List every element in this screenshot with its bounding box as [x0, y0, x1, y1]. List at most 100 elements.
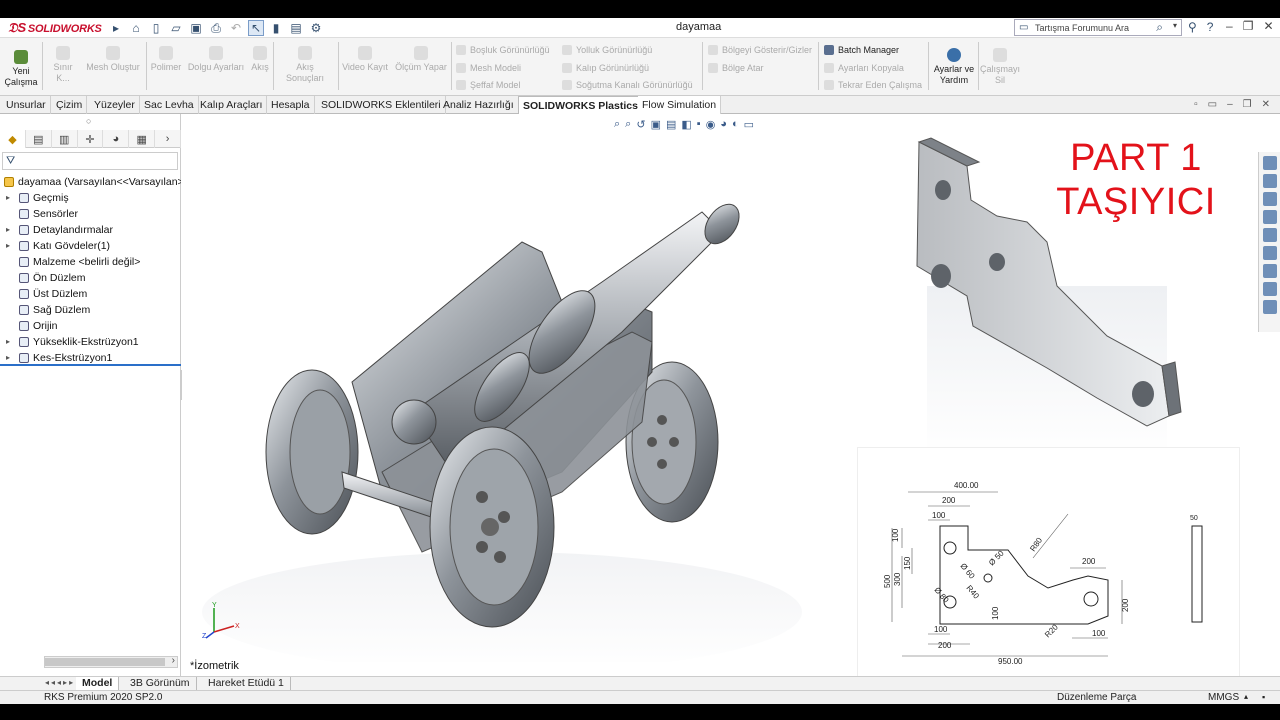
minimize-icon[interactable]: – — [1226, 19, 1233, 33]
mesh-create-button[interactable]: Mesh Oluştur — [84, 46, 142, 73]
doc-close-icon[interactable]: ✕ — [1262, 99, 1270, 110]
new-document-icon[interactable]: ▯ — [148, 20, 164, 36]
tree-item[interactable]: ▸ Geçmiş — [0, 190, 181, 206]
show-hide-regions-button[interactable]: Bölgeyi Gösterir/Gizler — [708, 45, 812, 55]
flow-button[interactable]: Akış — [250, 46, 270, 73]
tab-model[interactable]: Model — [76, 677, 120, 691]
options-gear-icon[interactable]: ⚙ — [308, 20, 324, 36]
dynamic-annotation-icon[interactable]: ▤ — [666, 118, 676, 131]
select-cursor-icon[interactable]: ↖ — [248, 20, 264, 36]
view-orientation-icon[interactable]: ◧ — [681, 118, 691, 131]
help-icon[interactable]: ? — [1207, 20, 1214, 34]
doc-minimize-icon[interactable]: – — [1227, 99, 1233, 110]
expand-arrow-icon[interactable]: ▸ — [108, 20, 124, 36]
mold-view-button[interactable]: Kalıp Görünürlüğü — [562, 63, 649, 73]
tree-item[interactable]: Ön Düzlem — [0, 270, 181, 286]
fill-settings-button[interactable]: Dolgu Ayarları — [186, 46, 246, 73]
forum-icon[interactable] — [1262, 282, 1277, 296]
solidworks-logo[interactable]: 𝔇S SOLIDWORKS — [8, 20, 104, 36]
status-bar-gear-icon[interactable]: ▪ — [1262, 692, 1265, 702]
tree-item[interactable]: Orijin — [0, 318, 181, 334]
transparent-model-button[interactable]: Şeffaf Model — [456, 80, 520, 90]
void-view-button[interactable]: Boşluk Görünürlüğü — [456, 45, 550, 55]
tree-filter-input[interactable]: ⛛ — [2, 152, 178, 170]
display-style-icon[interactable]: ▪ — [697, 118, 701, 131]
file-explorer-icon[interactable] — [1262, 210, 1277, 224]
plastics-manager-tab[interactable]: ▦ — [129, 130, 156, 148]
tree-item[interactable]: ▸ Detaylandırmalar — [0, 222, 181, 238]
undo-icon[interactable]: ↶ — [228, 20, 244, 36]
tab-features[interactable]: Unsurlar — [2, 96, 51, 114]
appearances-icon[interactable] — [1262, 246, 1277, 260]
expand-arrow-icon[interactable]: ▸ — [6, 222, 10, 238]
section-view-icon[interactable]: ▣ — [651, 118, 661, 131]
tab-mold-tools[interactable]: Kalıp Araçları — [196, 96, 268, 114]
video-record-button[interactable]: Video Kayıt — [341, 46, 389, 73]
units-chevron-up-icon[interactable]: ▴ — [1244, 692, 1248, 701]
new-study-button[interactable]: Yeni Çalışma — [4, 50, 38, 88]
expand-arrow-icon[interactable]: ▸ — [6, 190, 10, 206]
more-tabs-chevron-icon[interactable]: › — [155, 130, 182, 148]
tree-item[interactable]: Malzeme <belirli değil> — [0, 254, 181, 270]
tree-item[interactable]: Sağ Düzlem — [0, 302, 181, 318]
tab-sheet-metal[interactable]: Sac Levha — [140, 96, 199, 114]
file-properties-icon[interactable]: ▤ — [288, 20, 304, 36]
units-selector[interactable]: MMGS — [1208, 692, 1239, 703]
zoom-area-icon[interactable]: ⌕ — [625, 118, 631, 131]
user-icon[interactable]: ⚲ — [1188, 20, 1197, 34]
doc-restore-icon[interactable]: ▫ — [1194, 99, 1198, 110]
resources-icon[interactable] — [1262, 156, 1277, 170]
tab-analysis-prep[interactable]: Analiz Hazırlığı — [439, 96, 519, 114]
display-manager-tab[interactable]: ◕ — [103, 130, 130, 148]
hide-show-icon[interactable]: ◉ — [706, 118, 716, 131]
previous-view-icon[interactable]: ↺ — [636, 118, 645, 131]
open-folder-icon[interactable]: ▱ — [168, 20, 184, 36]
tab-flow-simulation[interactable]: Flow Simulation — [638, 96, 722, 114]
close-icon[interactable]: ✕ — [1263, 19, 1273, 33]
copy-settings-button[interactable]: Ayarları Kopyala — [824, 63, 904, 73]
graphics-area[interactable]: ⌕ ⌕ ↺ ▣ ▤ ◧ ▪ ◉ ◕ ◐ ▭ PART 1 TAŞIYICI 40… — [182, 114, 1280, 676]
tab-scroll-arrows-icon[interactable]: ◂◂◂▸▸ — [45, 678, 75, 687]
polymer-button[interactable]: Polimer — [150, 46, 182, 73]
tree-item[interactable]: Sensörler — [0, 206, 181, 222]
tree-root-part[interactable]: dayamaa (Varsayılan<<Varsayılan>_ — [0, 174, 181, 190]
zoom-fit-icon[interactable]: ⌕ — [614, 118, 620, 131]
custom-properties-icon[interactable] — [1262, 264, 1277, 278]
print-icon[interactable]: ⎙ — [208, 20, 224, 36]
measure-button[interactable]: Ölçüm Yapar — [394, 46, 448, 73]
home-icon[interactable] — [1262, 174, 1277, 188]
assign-region-button[interactable]: Bölge Atar — [708, 63, 764, 73]
save-icon[interactable]: ▣ — [188, 20, 204, 36]
expand-arrow-icon[interactable]: ▸ — [6, 334, 10, 350]
expand-arrow-icon[interactable]: ▸ — [6, 350, 10, 364]
view-settings-icon[interactable]: ▭ — [744, 118, 754, 131]
tree-item[interactable]: Üst Düzlem — [0, 286, 181, 302]
search-box[interactable]: ▭ Tartışma Forumunu Ara ⌕ ▾ — [1014, 19, 1182, 36]
restore-icon[interactable]: ❐ — [1243, 19, 1254, 33]
chevron-right-icon[interactable]: › — [172, 655, 175, 666]
scroll-thumb[interactable] — [45, 658, 165, 666]
panel-horizontal-scrollbar[interactable]: › — [44, 655, 178, 668]
cooling-view-button[interactable]: Soğutma Kanalı Görünürlüğü — [562, 80, 693, 90]
plastics-icon[interactable] — [1262, 300, 1277, 314]
panel-grip-icon[interactable]: ○ — [86, 116, 91, 126]
delete-study-button[interactable]: Çalışmayı Sil — [980, 48, 1020, 86]
boundary-button[interactable]: Sınır K... — [46, 46, 80, 84]
mesh-model-button[interactable]: Mesh Modeli — [456, 63, 521, 73]
tab-addins[interactable]: SOLIDWORKS Eklentileri — [317, 96, 446, 114]
scene-icon[interactable]: ◐ — [732, 118, 739, 131]
tab-sketch[interactable]: Çizim — [52, 96, 88, 114]
repeat-study-button[interactable]: Tekrar Eden Çalışma — [824, 80, 922, 90]
path-view-button[interactable]: Yolluk Görünürlüğü — [562, 45, 652, 55]
appearance-icon[interactable]: ◕ — [720, 118, 727, 131]
tab-evaluate[interactable]: Hesapla — [267, 96, 315, 114]
doc-maximize-icon[interactable]: ❐ — [1243, 99, 1252, 110]
tree-item[interactable]: ▸ Kes-Ekstrüzyon1 — [0, 350, 181, 366]
property-manager-tab[interactable]: ▤ — [26, 130, 52, 148]
feature-manager-tab[interactable]: ◆ — [0, 130, 26, 148]
tree-item[interactable]: ▸ Katı Gövdeler(1) — [0, 238, 181, 254]
batch-manager-button[interactable]: Batch Manager — [824, 45, 899, 55]
flow-results-button[interactable]: Akış Sonuçları — [276, 46, 334, 84]
search-icon[interactable]: ⌕ — [1156, 20, 1163, 35]
tab-surfaces[interactable]: Yüzeyler — [90, 96, 140, 114]
